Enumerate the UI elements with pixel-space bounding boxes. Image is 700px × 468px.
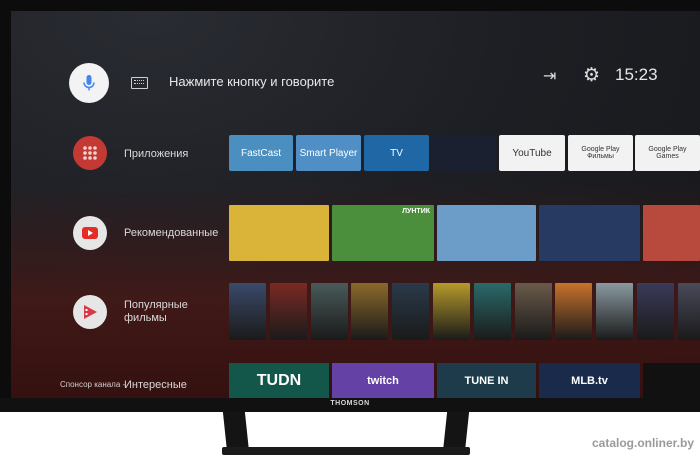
input-source-icon[interactable]: ⇥: [543, 66, 556, 86]
movie-poster[interactable]: [473, 283, 511, 340]
movies-row-label: Популярные фильмы: [124, 299, 188, 324]
app-tile[interactable]: Google Play Фильмы: [568, 135, 633, 171]
grid-icon: [83, 146, 97, 160]
app-tile[interactable]: FastCast: [229, 135, 293, 171]
app-tile[interactable]: Google Play Games: [635, 135, 700, 171]
channel-row-label: Интересные: [124, 379, 187, 391]
tv-stand-gap: [248, 412, 444, 434]
gear-icon[interactable]: ⚙: [583, 64, 600, 87]
tv-stand-left-leg: [222, 412, 250, 452]
watermark: catalog.onliner.by: [591, 436, 694, 450]
channel-tile[interactable]: twitch: [332, 363, 434, 398]
movie-poster[interactable]: [555, 283, 593, 340]
app-tile[interactable]: [432, 135, 496, 171]
channel-tile[interactable]: TUDN: [229, 363, 329, 398]
voice-search-button[interactable]: [69, 63, 109, 103]
channel-logo: twitch: [367, 374, 399, 387]
movie-poster[interactable]: [229, 283, 266, 340]
recommended-video-tile[interactable]: ЛУНТИК: [332, 205, 434, 261]
channel-logo: MLB.tv: [571, 374, 608, 387]
app-tile-label: FastCast: [240, 147, 281, 159]
tv-stand-right-leg: [442, 412, 470, 452]
play-movies-icon: [84, 305, 97, 319]
channel-tile[interactable]: MLB.tv: [539, 363, 640, 398]
recommended-row-icon[interactable]: [73, 216, 107, 250]
movies-row-icon[interactable]: [73, 295, 107, 329]
tv-stand-base: [222, 447, 470, 455]
app-tile-label: Google Play Games: [648, 146, 687, 160]
sponsor-label: Спонсор канала -: [60, 380, 126, 389]
channel-logo: TUDN: [256, 371, 302, 389]
keyboard-icon[interactable]: [131, 77, 148, 89]
recommended-video-tile[interactable]: [539, 205, 640, 261]
youtube-icon: [82, 227, 98, 239]
app-tile[interactable]: TV: [364, 135, 429, 171]
apps-row-icon[interactable]: [73, 136, 107, 170]
movie-poster[interactable]: [351, 283, 389, 340]
channel-logo: TUNE IN: [464, 374, 509, 387]
recommended-row-label: Рекомендованные: [124, 227, 219, 239]
app-tile-label: Google Play Фильмы: [581, 146, 620, 160]
movie-poster[interactable]: [433, 283, 470, 340]
movie-poster[interactable]: [269, 283, 307, 340]
mic-icon: [83, 75, 95, 91]
recommended-video-tile[interactable]: [229, 205, 329, 261]
movie-poster[interactable]: [392, 283, 430, 340]
movie-poster[interactable]: [514, 283, 552, 340]
channel-tile[interactable]: [643, 363, 700, 398]
channel-tile[interactable]: TUNE IN: [437, 363, 536, 398]
android-tv-screen: Нажмите кнопку и говорите ⇥ ⚙ 15:23 Прил…: [11, 11, 700, 398]
clock: 15:23: [615, 65, 658, 84]
movie-poster[interactable]: [596, 283, 634, 340]
tv-brand-logo: THOMSON: [330, 400, 370, 407]
app-tile[interactable]: Smart Player: [296, 135, 361, 171]
movie-poster[interactable]: [677, 283, 700, 340]
app-tile-label: Smart Player: [299, 147, 358, 159]
movie-poster[interactable]: [637, 283, 674, 340]
app-tile[interactable]: YouTube: [499, 135, 565, 171]
apps-row-label: Приложения: [124, 148, 189, 160]
voice-search-hint: Нажмите кнопку и говорите: [169, 74, 335, 89]
recommended-video-tile[interactable]: [437, 205, 536, 261]
video-tile-logo: ЛУНТИК: [402, 208, 430, 215]
app-tile-label: TV: [390, 147, 403, 159]
app-tile-label: YouTube: [512, 147, 552, 159]
movie-poster[interactable]: [310, 283, 348, 340]
recommended-video-tile[interactable]: [643, 205, 700, 261]
